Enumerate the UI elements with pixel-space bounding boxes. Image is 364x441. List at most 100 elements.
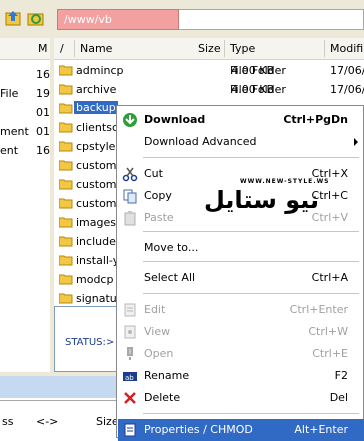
menu-item-label: Move to... — [144, 241, 199, 254]
queue-column-direction[interactable]: <-> — [36, 415, 58, 428]
status-label: STATUS:> — [65, 337, 115, 348]
file-name: include — [76, 235, 116, 248]
folder-icon — [58, 121, 73, 133]
copy-icon — [122, 188, 138, 204]
folder-icon — [58, 159, 73, 171]
menu-separator — [143, 293, 359, 294]
folder-icon — [58, 235, 73, 247]
menu-item-shortcut: Del — [329, 391, 348, 404]
menu-item-shortcut: Ctrl+Enter — [289, 303, 348, 316]
submenu-arrow-icon — [354, 138, 358, 146]
rename-icon: ab — [122, 368, 138, 384]
folder-icon — [58, 83, 73, 95]
scissors-icon — [122, 166, 138, 182]
menu-item-label: Select All — [144, 271, 196, 284]
menu-item-shortcut: Ctrl+W — [308, 325, 348, 338]
file-name: signatu — [76, 292, 117, 305]
local-row-value: 16 — [36, 144, 50, 157]
menu-item-label: Download Advanced — [144, 135, 257, 148]
file-name: archive — [76, 83, 117, 96]
file-name: cpstyles — [76, 140, 122, 153]
watermark-text: نيو ستايل — [204, 186, 320, 214]
folder-icon — [58, 64, 73, 76]
menu-separator — [143, 157, 359, 158]
properties-icon — [122, 422, 138, 438]
delete-icon — [122, 390, 138, 406]
menu-item-label: Download — [144, 113, 206, 126]
file-name: custom — [76, 178, 117, 191]
column-header-modified[interactable]: Modifi — [330, 42, 363, 55]
menu-item-label: Open — [144, 347, 174, 360]
local-row-label: ment — [0, 125, 29, 138]
file-type: File Folder — [230, 83, 286, 96]
open-icon — [122, 346, 138, 362]
remote-path-input[interactable]: /www/vb — [57, 9, 179, 30]
file-modified: 17/06/ — [330, 64, 364, 77]
remote-path-value: /www/vb — [64, 13, 112, 26]
local-row-value: 19 — [36, 87, 50, 100]
folder-icon — [58, 197, 73, 209]
folder-icon — [58, 292, 73, 304]
file-name: modcp — [76, 273, 114, 286]
menu-separator — [143, 231, 359, 232]
menu-item-open[interactable]: Open Ctrl+E — [118, 343, 364, 365]
menu-item-rename[interactable]: ab Rename F2 — [118, 365, 364, 387]
menu-item-shortcut: Ctrl+E — [312, 347, 348, 360]
svg-text:ab: ab — [125, 374, 134, 382]
download-icon — [122, 112, 138, 128]
file-modified: 17/06/ — [330, 83, 364, 96]
menu-item-shortcut: Ctrl+PgDn — [283, 113, 348, 126]
menu-item-label: Copy — [144, 189, 172, 202]
local-file-pane[interactable]: M 16 File 19 01 ment 01 ent 16 — [0, 38, 51, 398]
menu-item-select-all[interactable]: Select All Ctrl+A — [118, 267, 364, 289]
column-header-name[interactable]: Name — [80, 42, 112, 55]
view-icon — [122, 324, 138, 340]
menu-item-view[interactable]: View Ctrl+W — [118, 321, 364, 343]
folder-icon — [58, 216, 73, 228]
menu-item-download[interactable]: Download Ctrl+PgDn — [118, 109, 364, 131]
file-row[interactable]: admincp 4.00 KB File Folder 17/06/ — [56, 61, 364, 80]
status-log: STATUS:> — [54, 306, 118, 372]
folder-icon — [58, 273, 73, 285]
menu-item-download-advanced[interactable]: Download Advanced — [118, 131, 364, 153]
remote-path-input-field[interactable] — [179, 9, 364, 30]
menu-item-delete[interactable]: Delete Del — [118, 387, 364, 409]
menu-item-shortcut: F2 — [334, 369, 348, 382]
folder-icon — [58, 254, 73, 266]
folder-icon — [58, 140, 73, 152]
folder-icon — [58, 102, 73, 114]
local-list-header: M — [0, 38, 50, 60]
menu-separator — [143, 413, 359, 414]
remote-list-header: / Name Size Type Modifi — [54, 38, 364, 60]
file-name: install-y — [76, 254, 120, 267]
file-name: backup — [73, 100, 119, 115]
local-row-label: ent — [0, 144, 19, 157]
local-row-label: File — [0, 87, 19, 100]
menu-item-label: Delete — [144, 391, 181, 404]
menu-item-label: Properties / CHMOD — [144, 423, 253, 436]
watermark-logo: WWW.NEW-STYLE.WS نيو ستايل — [200, 176, 330, 220]
file-name: clientsc — [76, 121, 118, 134]
refresh-folder-icon[interactable] — [26, 9, 46, 29]
paste-icon — [122, 210, 138, 226]
menu-item-label: Edit — [144, 303, 166, 316]
menu-item-shortcut: Alt+Enter — [294, 423, 348, 436]
menu-item-label: View — [144, 325, 171, 338]
menu-item-edit[interactable]: Edit Ctrl+Enter — [118, 299, 364, 321]
column-header-type[interactable]: Type — [230, 42, 255, 55]
menu-item-label: Cut — [144, 167, 163, 180]
file-name: custom — [76, 197, 117, 210]
upload-icon[interactable] — [4, 9, 24, 29]
queue-column-address[interactable]: ss — [2, 415, 13, 428]
watermark-url: WWW.NEW-STYLE.WS — [240, 178, 330, 185]
file-name: admincp — [76, 64, 124, 77]
file-name: images — [76, 216, 116, 229]
file-name: custom — [76, 159, 117, 172]
local-row-value: 16 — [36, 68, 50, 81]
local-column-header[interactable]: M — [38, 42, 48, 55]
menu-item-move-to[interactable]: Move to... — [118, 237, 364, 259]
context-menu: Download Ctrl+PgDn Download Advanced Cut Ctr… — [116, 105, 364, 441]
column-header-size[interactable]: Size — [198, 42, 221, 55]
file-row[interactable]: archive 4.00 KB File Folder 17/06/ — [56, 80, 364, 99]
edit-icon — [122, 302, 138, 318]
